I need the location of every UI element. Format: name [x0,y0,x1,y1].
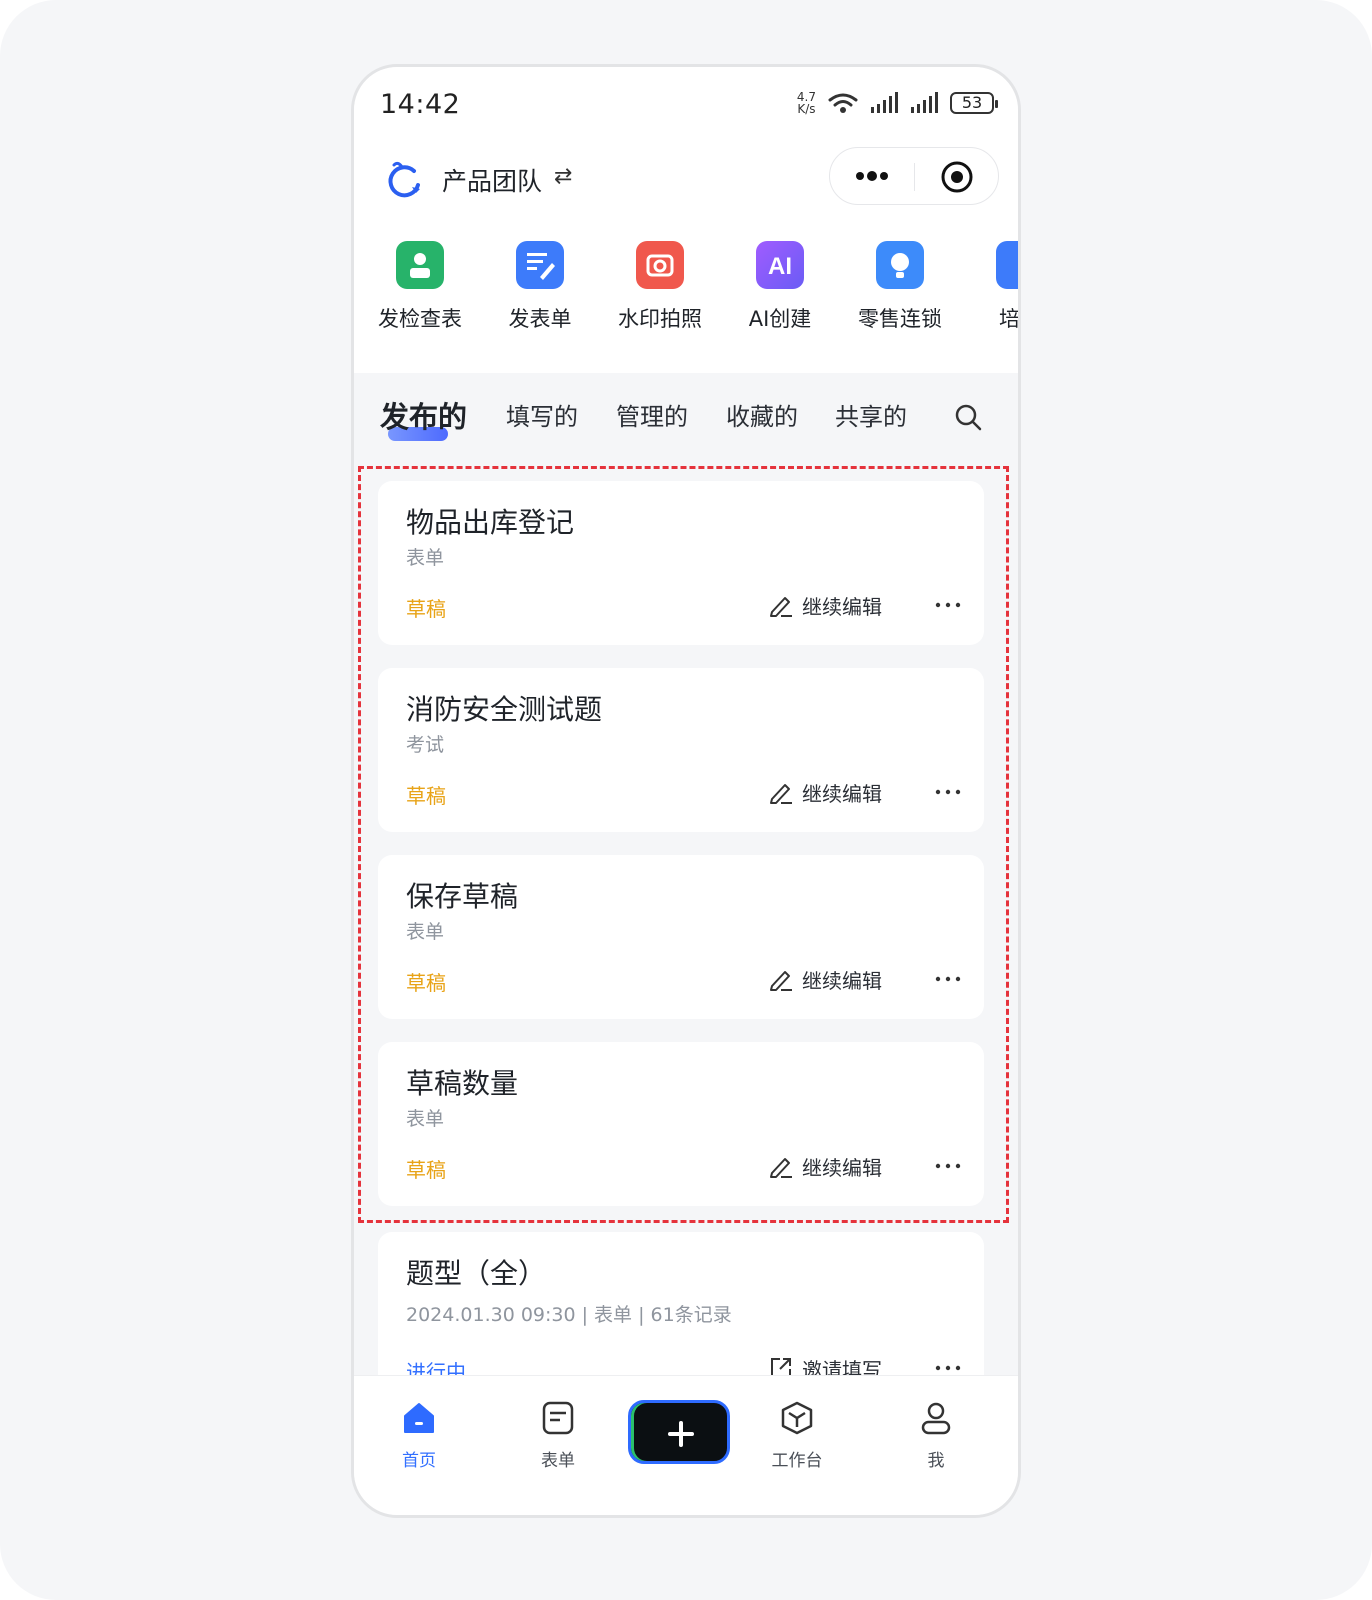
signal-icon-1 [871,92,898,113]
signal-icon-2 [911,92,938,113]
close-miniapp-icon[interactable] [940,160,974,194]
shortcut-label: 发表单 [508,307,572,331]
continue-edit-label: 继续编辑 [802,594,882,619]
form-card[interactable]: 草稿数量 表单 草稿 继续编辑 [378,1042,984,1206]
form-card[interactable]: 保存草稿 表单 草稿 继续编辑 [378,855,984,1019]
user-icon [921,1402,951,1435]
training-icon [996,241,1018,289]
add-button[interactable] [628,1400,730,1464]
continue-edit-button[interactable]: 继续编辑 [768,778,882,806]
card-status-badge: 草稿 [406,971,446,995]
card-title: 题型（全） [406,1257,547,1290]
continue-edit-button[interactable]: 继续编辑 [768,591,882,619]
shortcut-retail-chain[interactable]: 零售连锁 [840,241,960,333]
more-options-icon[interactable] [852,162,892,190]
card-title: 保存草稿 [406,880,519,913]
swap-team-icon[interactable]: ⇄ [554,164,572,189]
lightbulb-icon [876,241,924,289]
svg-text:AI: AI [768,253,792,280]
card-subtitle: 考试 [406,734,445,756]
nav-home[interactable]: 首页 [374,1400,464,1471]
card-more-icon[interactable] [934,593,962,617]
shortcut-ai-create[interactable]: AI AI创建 [720,241,840,333]
shortcut-label: 培训 [999,307,1020,331]
card-status-badge: 草稿 [406,597,446,621]
shortcut-form[interactable]: 发表单 [480,241,600,333]
nav-label: 表单 [541,1451,575,1471]
card-more-icon[interactable] [934,967,962,991]
tab-favorites[interactable]: 收藏的 [726,397,798,432]
bottom-nav: 首页 表单 工作台 我 [354,1375,1018,1515]
tab-shared[interactable]: 共享的 [835,397,907,432]
network-speed: 4.7 K/s [797,91,816,115]
continue-edit-label: 继续编辑 [802,781,882,806]
tab-managed[interactable]: 管理的 [616,397,688,432]
shortcut-checklist[interactable]: 发检查表 [360,241,480,333]
tab-published[interactable]: 发布的 [380,394,467,436]
tab-bar: 发布的 填写的 管理的 收藏的 共享的 [354,397,1018,447]
home-icon [404,1403,434,1433]
shortcut-label: 零售连锁 [858,307,942,331]
continue-edit-label: 继续编辑 [802,968,882,993]
shortcut-training[interactable]: 培训 [960,241,1020,333]
search-icon[interactable] [954,403,982,431]
cube-icon [781,1401,813,1435]
card-subtitle: 表单 [406,1108,445,1130]
continue-edit-button[interactable]: 继续编辑 [768,1152,882,1180]
continue-edit-button[interactable]: 继续编辑 [768,965,882,993]
card-status-badge: 草稿 [406,784,446,808]
card-status-badge: 草稿 [406,1158,446,1182]
card-subtitle: 2024.01.30 09:30 | 表单 | 61条记录 [406,1304,732,1326]
nav-me[interactable]: 我 [891,1400,981,1471]
status-icons: 4.7 K/s 53 [797,91,998,115]
form-edit-icon [516,241,564,289]
canvas-background: 14:42 4.7 K/s 53 产品团队 ⇄ 发检查表 发表单 水印拍照 AI… [0,0,1372,1600]
plus-icon-bar [668,1432,694,1436]
ai-icon: AI [756,241,804,289]
card-subtitle: 表单 [406,921,445,943]
card-title: 物品出库登记 [406,506,575,539]
shortcut-watermark-photo[interactable]: 水印拍照 [600,241,720,333]
network-speed-unit: K/s [797,102,816,116]
form-card[interactable]: 消防安全测试题 考试 草稿 继续编辑 [378,668,984,832]
card-more-icon[interactable] [934,1154,962,1178]
team-name[interactable]: 产品团队 [442,162,542,198]
card-title: 消防安全测试题 [406,693,603,726]
card-more-icon[interactable] [934,780,962,804]
status-time: 14:42 [380,89,461,120]
nav-workbench[interactable]: 工作台 [752,1400,842,1471]
form-card[interactable]: 物品出库登记 表单 草稿 继续编辑 [378,481,984,645]
edit-pencil-icon [770,784,792,804]
edit-pencil-icon [770,597,792,617]
nav-label: 工作台 [771,1451,823,1471]
nav-forms[interactable]: 表单 [513,1400,603,1471]
card-subtitle: 表单 [406,547,445,569]
shortcut-row: 发检查表 发表单 水印拍照 AI AI创建 零售连锁 培 [354,241,1020,351]
battery-icon: 53 [950,92,998,114]
form-icon [542,1401,574,1435]
phone-frame: 14:42 4.7 K/s 53 产品团队 ⇄ 发检查表 发表单 水印拍照 AI… [351,64,1021,1518]
tab-filled[interactable]: 填写的 [506,397,578,432]
camera-icon [636,241,684,289]
shortcut-label: 发检查表 [378,307,462,331]
edit-pencil-icon [770,1158,792,1178]
nav-label: 首页 [402,1451,436,1471]
checklist-icon [396,241,444,289]
miniapp-capsule [829,147,999,205]
shortcut-label: 水印拍照 [618,307,702,331]
nav-label: 我 [927,1451,945,1471]
edit-pencil-icon [770,971,792,991]
card-title: 草稿数量 [406,1067,519,1100]
capsule-divider [914,163,915,191]
shortcut-label: AI创建 [748,307,812,331]
wifi-icon [828,93,858,113]
team-logo-icon [388,161,420,198]
continue-edit-label: 继续编辑 [802,1155,882,1180]
